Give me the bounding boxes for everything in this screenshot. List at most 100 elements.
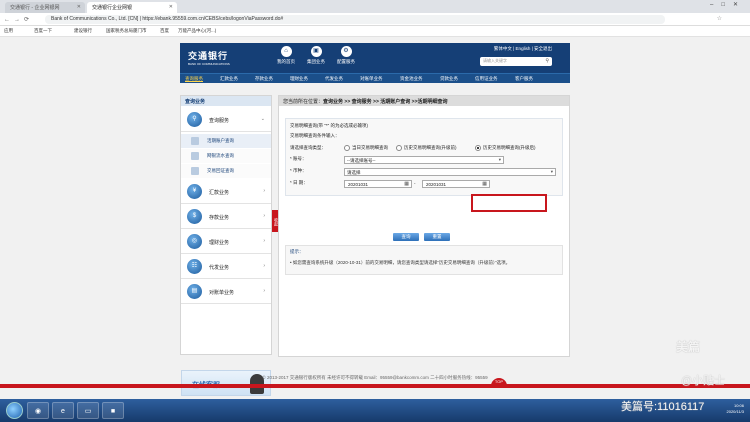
statement-icon: ▤ [187, 284, 202, 299]
config-label: 配置服务 [337, 59, 355, 64]
calendar-icon[interactable]: ▦ [404, 181, 409, 187]
chevron-down-icon: ▾ [498, 157, 501, 162]
taskbar-ie-icon[interactable]: e [52, 402, 74, 419]
star-icon[interactable]: ☆ [717, 15, 722, 22]
window-controls[interactable]: –□✕ [710, 1, 746, 8]
sidebar-item-label: 汇款业务 [209, 190, 230, 196]
system-tray[interactable]: 10:06 2020/11/3 [727, 403, 745, 415]
taskbar-chrome-icon[interactable]: ◉ [27, 402, 49, 419]
sidebar-title: 查询业务 [181, 96, 271, 106]
sidebar-item-deposit[interactable]: $ 存款业务 › [181, 205, 271, 229]
date-to-input[interactable]: 20201031 ▦ [422, 180, 490, 188]
sub-label: 网银流水查询 [207, 153, 234, 158]
chevron-right-icon: › [263, 288, 265, 294]
search-icon[interactable]: ⚲ [545, 58, 549, 64]
home-label: 我的首页 [277, 59, 295, 64]
menu-item-query[interactable]: 查询服务 [185, 76, 203, 82]
radio-icon[interactable] [475, 145, 481, 151]
close-icon[interactable]: ✕ [169, 4, 173, 10]
nav-buttons[interactable]: ←→⟳ [4, 16, 33, 23]
address-bar: ←→⟳ Bank of Communications Co., Ltd. [CN… [0, 13, 750, 26]
date-label: * 日 期： [290, 180, 308, 185]
sidebar-sub-receipt[interactable]: 交易回证查询 [181, 164, 271, 178]
doc-icon [191, 137, 199, 145]
menu-item-deposit[interactable]: 存款业务 [255, 76, 273, 82]
bookmark-apps[interactable]: 应用 [4, 28, 13, 34]
radio-history-before[interactable]: 历史交易明细查询(升级前) [396, 145, 457, 151]
main-menu: 查询服务 汇款业务 存款业务 理财业务 代发业务 对账单业务 资金池业务 贷款业… [180, 73, 570, 83]
taskbar-folder-icon[interactable]: ▭ [77, 402, 99, 419]
bookmark-ccb[interactable]: 建设银行 [74, 28, 92, 34]
radio-history-after[interactable]: 历史交易明细查询(升级后) [475, 145, 536, 151]
deposit-icon: $ [187, 209, 202, 224]
page-content: 交通银行 BANK OF COMMUNICATIONS ⌂ 我的首页 ▣ 集团业务 … [0, 37, 750, 399]
breadcrumb-path: 查询业务 >> 查询服务 >> 活期账户查询 >>活期明细查询 [323, 99, 448, 105]
radio-icon[interactable] [396, 145, 402, 151]
url-field[interactable]: Bank of Communications Co., Ltd. [CN] | … [45, 15, 665, 24]
calendar-icon[interactable]: ▦ [482, 181, 487, 187]
logo-text: 交通银行 [188, 51, 229, 61]
sidebar-sub-ebank-flow[interactable]: 网银流水查询 [181, 149, 271, 163]
query-form: 交易明细查询(带 "*" 的为必选或必输项) 交易明细查询条件输入： 请选择查询… [285, 118, 563, 212]
taskbar-app-icon[interactable]: ■ [102, 402, 124, 419]
currency-label: * 币种： [290, 168, 307, 173]
wealth-icon: ◎ [187, 234, 202, 249]
bank-logo[interactable]: 交通银行 BANK OF COMMUNICATIONS [188, 49, 230, 66]
watermark-author: @小贴士 [681, 375, 726, 387]
chevron-down-icon: ⌄ [260, 116, 265, 122]
chevron-right-icon: › [263, 213, 265, 219]
tab-title: 交通银行 - 企业网银网 [10, 5, 60, 11]
sidebar-item-remit[interactable]: ¥ 汇款业务 › [181, 180, 271, 204]
remit-icon: ¥ [187, 184, 202, 199]
browser-tab-2[interactable]: 交通银行企业网银 ✕ [87, 2, 177, 13]
account-label: * 账号： [290, 156, 307, 161]
sidebar-item-query[interactable]: ⚲ 查询服务 ⌄ [181, 108, 271, 132]
search-input[interactable]: 请输入关键字 ⚲ [480, 57, 552, 66]
doc-icon [191, 167, 199, 175]
date-from-input[interactable]: 20201031 ▦ [344, 180, 412, 188]
menu-item-credit[interactable]: 信用证业务 [475, 76, 498, 82]
radio-label: 历史交易明细查询(升级前) [404, 145, 457, 151]
bookmark-product[interactable]: 万能产品中心(河...) [178, 28, 216, 34]
menu-item-cashpool[interactable]: 资金池业务 [400, 76, 423, 82]
menu-item-service[interactable]: 客户服务 [515, 76, 533, 82]
radio-icon[interactable] [344, 145, 350, 151]
bookmarks-bar: 应用 百度一下 建设银行 国家税务总局厦门市 百度 万能产品中心(河...) [0, 26, 750, 37]
reset-button[interactable]: 重置 [424, 233, 450, 241]
sidebar-item-statement[interactable]: ▤ 对账单业务 › [181, 280, 271, 304]
doc-icon [191, 152, 199, 160]
sidebar-item-wealth[interactable]: ◎ 理财业务 › [181, 230, 271, 254]
radio-label: 历史交易明细查询(升级后) [483, 145, 536, 151]
form-title: 交易明细查询(带 "*" 的为必选或必输项) [290, 123, 368, 128]
watermark-meipian: 美篇 [676, 340, 701, 354]
menu-item-loan[interactable]: 贷款业务 [440, 76, 458, 82]
config-button[interactable]: ⚙ 配置服务 [335, 46, 357, 65]
menu-item-payroll[interactable]: 代发业务 [325, 76, 343, 82]
top-links[interactable]: 繁体中文 | English | 安全退出 [494, 46, 552, 52]
browser-tab-1[interactable]: 交通银行 - 企业网银网 ✕ [5, 2, 85, 13]
page-footer: © 2013-2017 交通银行版权所有 未经许可不得转载 Email：9555… [262, 375, 488, 380]
online-service-banner[interactable]: 在线客服 [181, 370, 271, 396]
close-icon[interactable]: ✕ [77, 4, 81, 10]
sidebar-item-label: 存款业务 [209, 215, 230, 221]
bookmark-tax[interactable]: 国家税务总局厦门市 [106, 28, 147, 34]
chevron-down-icon: ▾ [550, 169, 553, 174]
currency-select[interactable]: 请选择 ▾ [344, 168, 556, 176]
chevron-right-icon: › [263, 188, 265, 194]
menu-item-wealth[interactable]: 理财业务 [290, 76, 308, 82]
menu-item-remit[interactable]: 汇款业务 [220, 76, 238, 82]
query-button[interactable]: 查询 [393, 233, 419, 241]
bookmark-baidu2[interactable]: 百度 [160, 28, 169, 34]
home-icon: ⌂ [280, 46, 292, 57]
home-button[interactable]: ⌂ 我的首页 [275, 46, 297, 65]
sidebar-item-payroll[interactable]: ☷ 代发业务 › [181, 255, 271, 279]
radio-today[interactable]: 当日交易明细查询 [344, 145, 388, 151]
account-select[interactable]: --请选择账号-- ▾ [344, 156, 504, 164]
start-button[interactable] [6, 402, 23, 419]
bank-header: 交通银行 BANK OF COMMUNICATIONS ⌂ 我的首页 ▣ 集团业务 … [180, 43, 570, 73]
sidebar-sub-current-account[interactable]: 活期账户查询 [181, 134, 271, 148]
group-button[interactable]: ▣ 集团业务 [305, 46, 327, 65]
menu-item-statement[interactable]: 对账单业务 [360, 76, 383, 82]
bookmark-baidu[interactable]: 百度一下 [34, 28, 52, 34]
browser-tabbar: 交通银行 - 企业网银网 ✕ 交通银行企业网银 ✕ –□✕ [0, 0, 750, 13]
